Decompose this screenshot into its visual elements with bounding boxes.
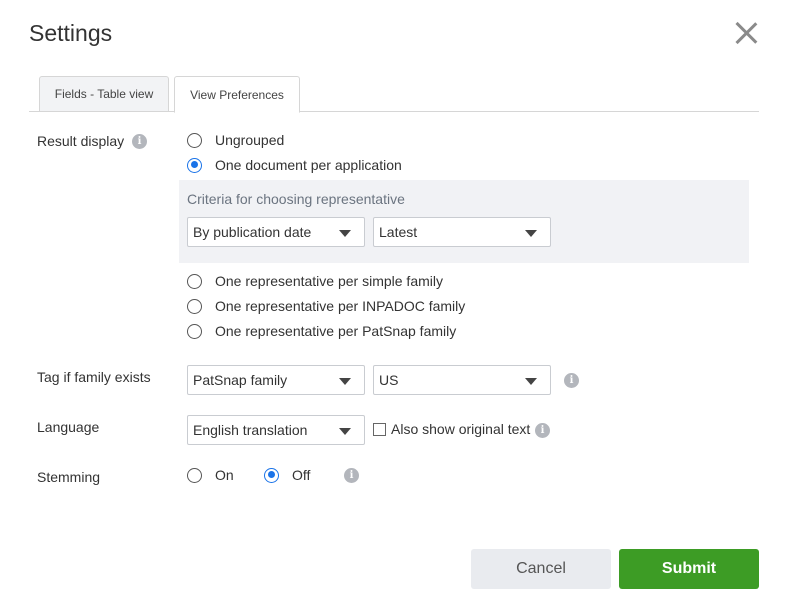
select-value: Latest [379, 224, 417, 240]
stemming-label: Stemming [37, 469, 100, 485]
radio-ungrouped[interactable]: Ungrouped [187, 131, 284, 149]
show-original-checkbox[interactable] [373, 423, 386, 436]
tab-view-preferences[interactable]: View Preferences [174, 76, 300, 113]
radio-label: One document per application [215, 157, 402, 173]
radio-inpadoc-family[interactable]: One representative per INPADOC family [187, 297, 465, 315]
radio-label: One representative per PatSnap family [215, 323, 456, 339]
radio-button[interactable] [187, 299, 202, 314]
radio-button[interactable] [187, 274, 202, 289]
radio-one-document-per-application[interactable]: One document per application [187, 156, 402, 174]
select-value: By publication date [193, 224, 311, 240]
radio-button[interactable] [187, 468, 202, 483]
submit-button[interactable]: Submit [619, 549, 759, 589]
family-type-select[interactable]: PatSnap family [187, 365, 365, 395]
settings-dialog: Settings Fields - Table view View Prefer… [0, 0, 788, 616]
info-icon[interactable]: i [132, 134, 147, 149]
criteria-panel: Criteria for choosing representative By … [179, 180, 749, 263]
chevron-down-icon [339, 230, 351, 237]
tab-bar: Fields - Table view View Preferences [29, 76, 759, 112]
radio-button[interactable] [187, 324, 202, 339]
select-value: PatSnap family [193, 372, 287, 388]
radio-label: On [215, 467, 234, 483]
radio-label: One representative per simple family [215, 273, 443, 289]
language-label: Language [37, 419, 99, 435]
chevron-down-icon [525, 230, 537, 237]
country-select[interactable]: US [373, 365, 551, 395]
radio-stemming-on[interactable]: On [187, 466, 234, 484]
radio-label: Off [292, 467, 310, 483]
radio-simple-family[interactable]: One representative per simple family [187, 272, 443, 290]
info-icon[interactable]: i [564, 373, 579, 388]
select-value: English translation [193, 422, 307, 438]
criteria-order-select[interactable]: Latest [373, 217, 551, 247]
select-value: US [379, 372, 398, 388]
chevron-down-icon [339, 378, 351, 385]
tab-fields-table-view[interactable]: Fields - Table view [39, 76, 169, 112]
criteria-title: Criteria for choosing representative [187, 191, 405, 207]
criteria-sort-select[interactable]: By publication date [187, 217, 365, 247]
chevron-down-icon [339, 428, 351, 435]
radio-label: Ungrouped [215, 132, 284, 148]
radio-stemming-off[interactable]: Off [264, 466, 310, 484]
chevron-down-icon [525, 378, 537, 385]
show-original-label: Also show original text [391, 421, 530, 437]
radio-label: One representative per INPADOC family [215, 298, 465, 314]
radio-patsnap-family[interactable]: One representative per PatSnap family [187, 322, 456, 340]
info-icon[interactable]: i [344, 468, 359, 483]
result-display-label: Result display [37, 133, 124, 149]
show-original-checkbox-row[interactable]: Also show original text [373, 421, 530, 437]
close-icon[interactable] [734, 21, 758, 45]
dialog-title: Settings [29, 20, 112, 47]
radio-button[interactable] [187, 133, 202, 148]
radio-button[interactable] [264, 468, 279, 483]
cancel-button[interactable]: Cancel [471, 549, 611, 589]
language-select[interactable]: English translation [187, 415, 365, 445]
radio-button[interactable] [187, 158, 202, 173]
info-icon[interactable]: i [535, 423, 550, 438]
tag-family-label: Tag if family exists [37, 369, 151, 385]
